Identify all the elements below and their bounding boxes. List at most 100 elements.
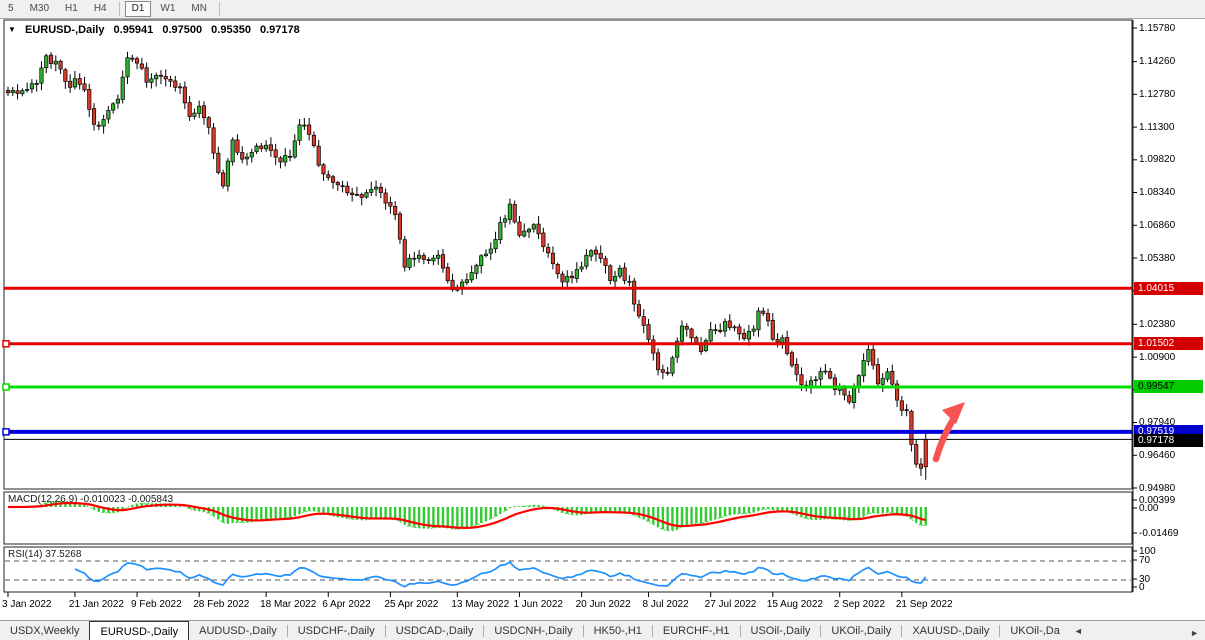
candle-body [709,330,712,341]
candle-body [742,333,745,338]
candle-body [350,193,353,195]
candle-body [121,77,124,99]
date-label: 20 Jun 2022 [576,599,631,610]
candle-body [628,281,631,282]
candle-body [800,375,803,385]
candle-body [613,276,616,281]
candle-body [159,75,162,76]
candle-body [150,79,153,83]
date-label: 21 Sep 2022 [896,599,953,610]
candle-body [551,253,554,264]
candle-body [341,186,344,187]
candle-body [88,89,91,109]
chart-tab-usdx-weekly[interactable]: USDX,Weekly [0,621,89,640]
chart-tab-usdcad-daily[interactable]: USDCAD-,Daily [386,621,484,640]
hline-handle[interactable] [3,341,9,347]
macd-label: MACD(12,26,9) -0.010023 -0.005843 [8,494,173,505]
macd-tick-label: -0.01469 [1139,528,1178,539]
chart-tab-eurchf-h1[interactable]: EURCHF-,H1 [653,621,740,640]
chart-canvas[interactable] [0,0,1205,620]
chart-tab-eurusd-daily[interactable]: EURUSD-,Daily [89,621,189,640]
chart-tab-usdchf-daily[interactable]: USDCHF-,Daily [288,621,385,640]
tab-scroll-right-icon[interactable]: ► [1186,623,1203,640]
chart-tab-usdcnh-daily[interactable]: USDCNH-,Daily [484,621,582,640]
date-label: 3 Jan 2022 [2,599,52,610]
terminal-window: 5M30H1H4D1W1MN ▼ EURUSD-,Daily 0.95941 0… [0,0,1205,640]
main-pane [4,20,1132,489]
date-label: 6 Apr 2022 [322,599,370,610]
candle-body [188,103,191,117]
candle-body [317,146,320,165]
candle-body [269,145,272,151]
candle-body [131,58,134,59]
candle-body [604,259,607,266]
candle-body [690,329,693,338]
chart-tab-ukoil-da[interactable]: UKOil-,Da [1000,621,1070,640]
date-label: 27 Jul 2022 [705,599,757,610]
candle-body [264,145,267,149]
candle-body [513,204,516,221]
candle-body [503,219,506,222]
candle-body [570,276,573,278]
candle-body [489,249,492,253]
candle-body [561,274,564,282]
rsi-tick-label: 0 [1139,582,1145,593]
candle-body [102,120,105,127]
candle-body [35,83,38,84]
candle-body [360,194,363,197]
candle-body [527,229,530,232]
date-label: 2 Sep 2022 [834,599,885,610]
hline-handle[interactable] [3,384,9,390]
price-tick-label: 1.00900 [1139,352,1175,363]
candle-body [685,326,688,329]
date-label: 8 Jul 2022 [643,599,689,610]
candle-body [135,59,138,63]
price-tick-label: 1.08340 [1139,187,1175,198]
candle-body [274,150,277,157]
candle-body [370,189,373,192]
ohlc-low: 0.95350 [211,24,251,36]
candle-body [499,223,502,240]
candle-body [441,255,444,268]
chart-tab-hk50-h1[interactable]: HK50-,H1 [584,621,652,640]
candle-body [542,233,545,247]
candle-body [738,327,741,334]
candle-body [54,61,57,64]
hline-handle[interactable] [3,429,9,435]
collapse-triangle-icon[interactable]: ▼ [8,25,16,34]
chart-tab-xauusd-daily[interactable]: XAUUSD-,Daily [902,621,999,640]
candle-body [647,325,650,340]
candle-body [312,135,315,145]
chart-symbol-label: EURUSD-,Daily [25,24,104,36]
candle-body [733,327,736,328]
candle-body [523,231,526,236]
chart-tab-usoil-daily[interactable]: USOil-,Daily [741,621,821,640]
candle-body [762,311,765,313]
chart-tab-ukoil-daily[interactable]: UKOil-,Daily [821,621,901,640]
tab-scroll-left-icon[interactable]: ◄ [1070,621,1087,640]
date-label: 28 Feb 2022 [193,599,249,610]
date-label: 18 Mar 2022 [260,599,316,610]
candle-body [566,277,569,282]
candle-body [484,254,487,256]
candle-body [355,194,358,195]
candle-body [652,340,655,353]
candle-body [126,58,129,77]
price-tick-label: 1.12780 [1139,89,1175,100]
rsi-pane [4,547,1132,592]
macd-pane [4,492,1132,544]
candle-body [231,140,234,162]
chart-tab-audusd-daily[interactable]: AUDUSD-,Daily [189,621,287,640]
macd-tick-label: 0.00 [1139,503,1158,514]
hline-price-tag: 0.99547 [1134,380,1203,393]
candle-body [245,157,248,159]
candle-body [867,349,870,361]
price-tick-label: 0.94980 [1139,483,1175,494]
price-tick-label: 1.05380 [1139,253,1175,264]
candle-body [178,87,181,88]
ohlc-close: 0.97178 [260,24,300,36]
candle-body [656,353,659,370]
candle-body [236,140,239,152]
candle-body [331,177,334,183]
candle-body [427,260,430,261]
